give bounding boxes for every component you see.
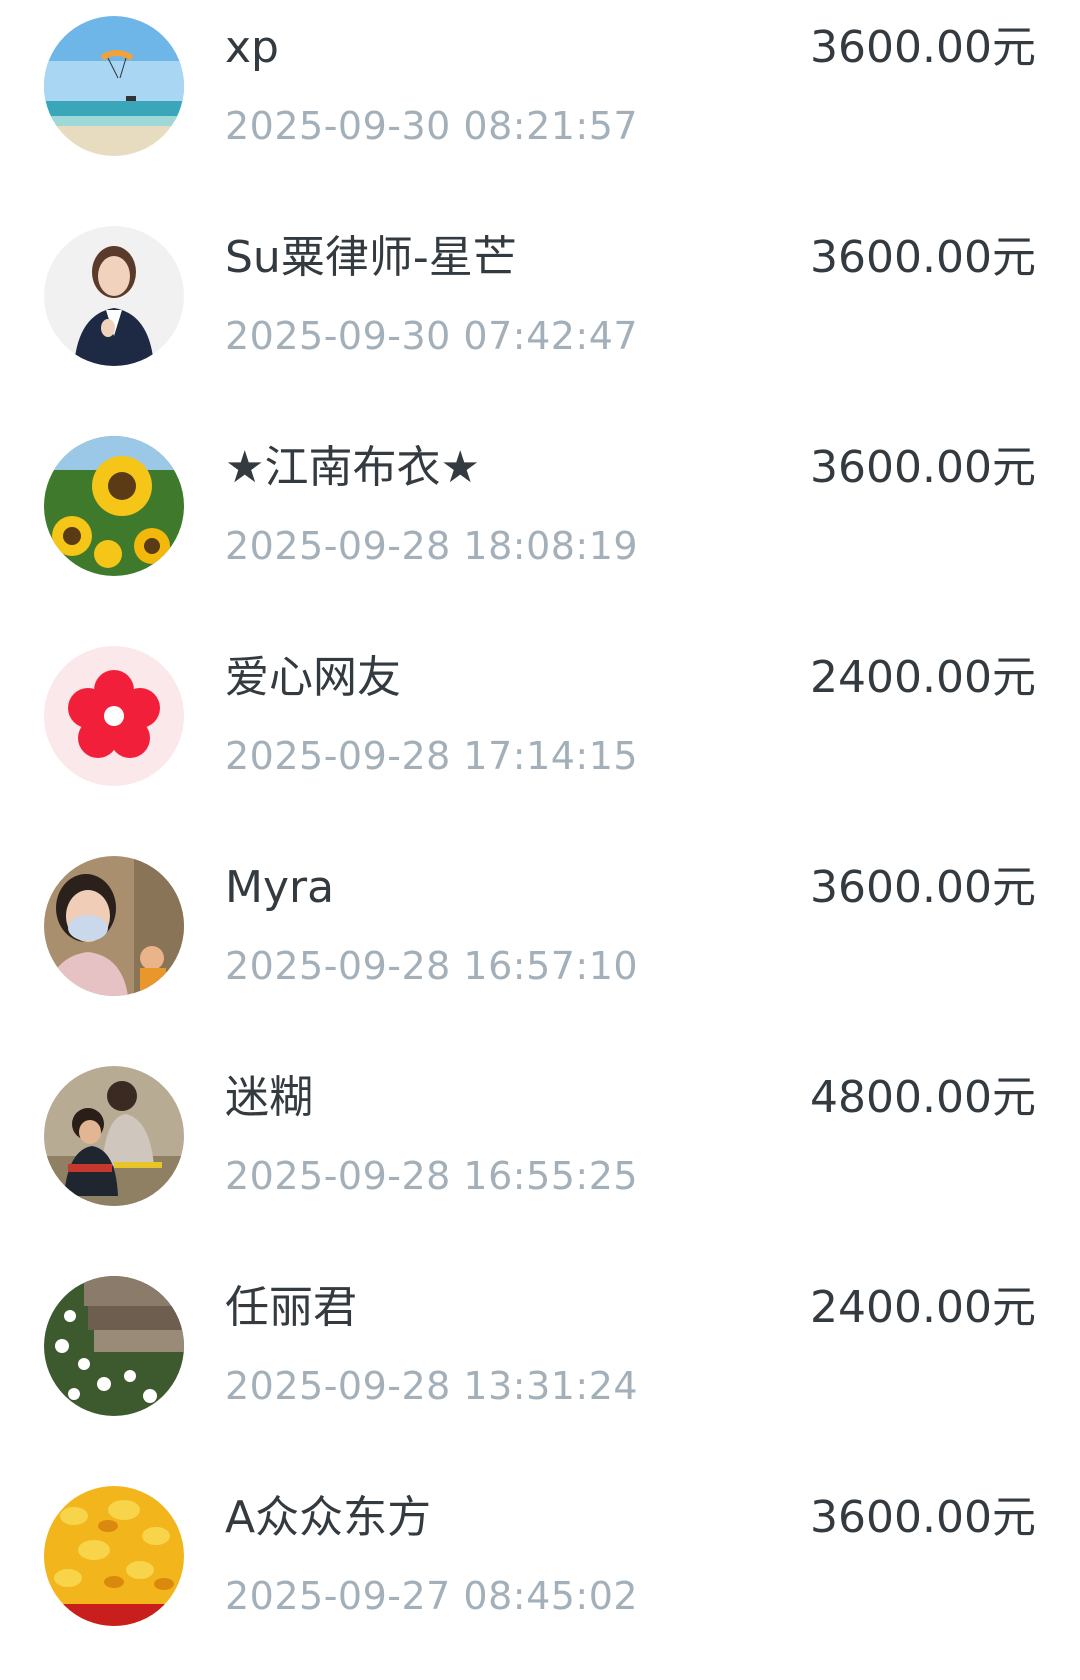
donor-name: 任丽君 [225, 1282, 357, 1333]
donation-amount: 3600.00元 [810, 22, 1036, 73]
donor-name: ★江南布衣★ [225, 442, 480, 493]
sunflower-icon [44, 436, 184, 576]
family-outdoor-icon [44, 1066, 184, 1206]
donation-amount: 3600.00元 [810, 1492, 1036, 1543]
donor-name: xp [225, 22, 279, 73]
donation-time: 2025-09-30 08:21:57 [225, 104, 639, 148]
list-item[interactable]: A众众东方 2025-09-27 08:45:02 3600.00元 [0, 1470, 1080, 1680]
donation-time: 2025-09-28 18:08:19 [225, 524, 639, 568]
donor-name: Myra [225, 862, 335, 913]
golden-leaves-icon [44, 1486, 184, 1626]
list-item[interactable]: Su粟律师-星芒 2025-09-30 07:42:47 3600.00元 [0, 210, 1080, 420]
donor-name: 爱心网友 [225, 652, 401, 703]
donation-time: 2025-09-30 07:42:47 [225, 314, 639, 358]
list-item[interactable]: 任丽君 2025-09-28 13:31:24 2400.00元 [0, 1260, 1080, 1470]
woman-in-suit-icon [44, 226, 184, 366]
donation-amount: 2400.00元 [810, 652, 1036, 703]
list-item[interactable]: xp 2025-09-30 08:21:57 3600.00元 [0, 0, 1080, 210]
donor-name: 迷糊 [225, 1072, 313, 1123]
donation-time: 2025-09-28 17:14:15 [225, 734, 639, 778]
masked-woman-icon [44, 856, 184, 996]
donor-name: Su粟律师-星芒 [225, 232, 517, 283]
donation-amount: 4800.00元 [810, 1072, 1036, 1123]
donation-amount: 3600.00元 [810, 442, 1036, 493]
donation-time: 2025-09-28 16:55:25 [225, 1154, 639, 1198]
donation-time: 2025-09-27 08:45:02 [225, 1574, 639, 1618]
list-item[interactable]: ★江南布衣★ 2025-09-28 18:08:19 3600.00元 [0, 420, 1080, 630]
donation-amount: 3600.00元 [810, 232, 1036, 283]
donor-name: A众众东方 [225, 1492, 432, 1543]
donation-amount: 2400.00元 [810, 1282, 1036, 1333]
red-flower-icon [44, 646, 184, 786]
donation-time: 2025-09-28 13:31:24 [225, 1364, 639, 1408]
donation-amount: 3600.00元 [810, 862, 1036, 913]
list-item[interactable]: Myra 2025-09-28 16:57:10 3600.00元 [0, 840, 1080, 1050]
white-flowers-stone-icon [44, 1276, 184, 1416]
donation-list: xp 2025-09-30 08:21:57 3600.00元 Su粟律师-星芒… [0, 0, 1080, 1680]
beach-paraglider-icon [44, 16, 184, 156]
list-item[interactable]: 迷糊 2025-09-28 16:55:25 4800.00元 [0, 1050, 1080, 1260]
donation-time: 2025-09-28 16:57:10 [225, 944, 639, 988]
list-item[interactable]: 爱心网友 2025-09-28 17:14:15 2400.00元 [0, 630, 1080, 840]
